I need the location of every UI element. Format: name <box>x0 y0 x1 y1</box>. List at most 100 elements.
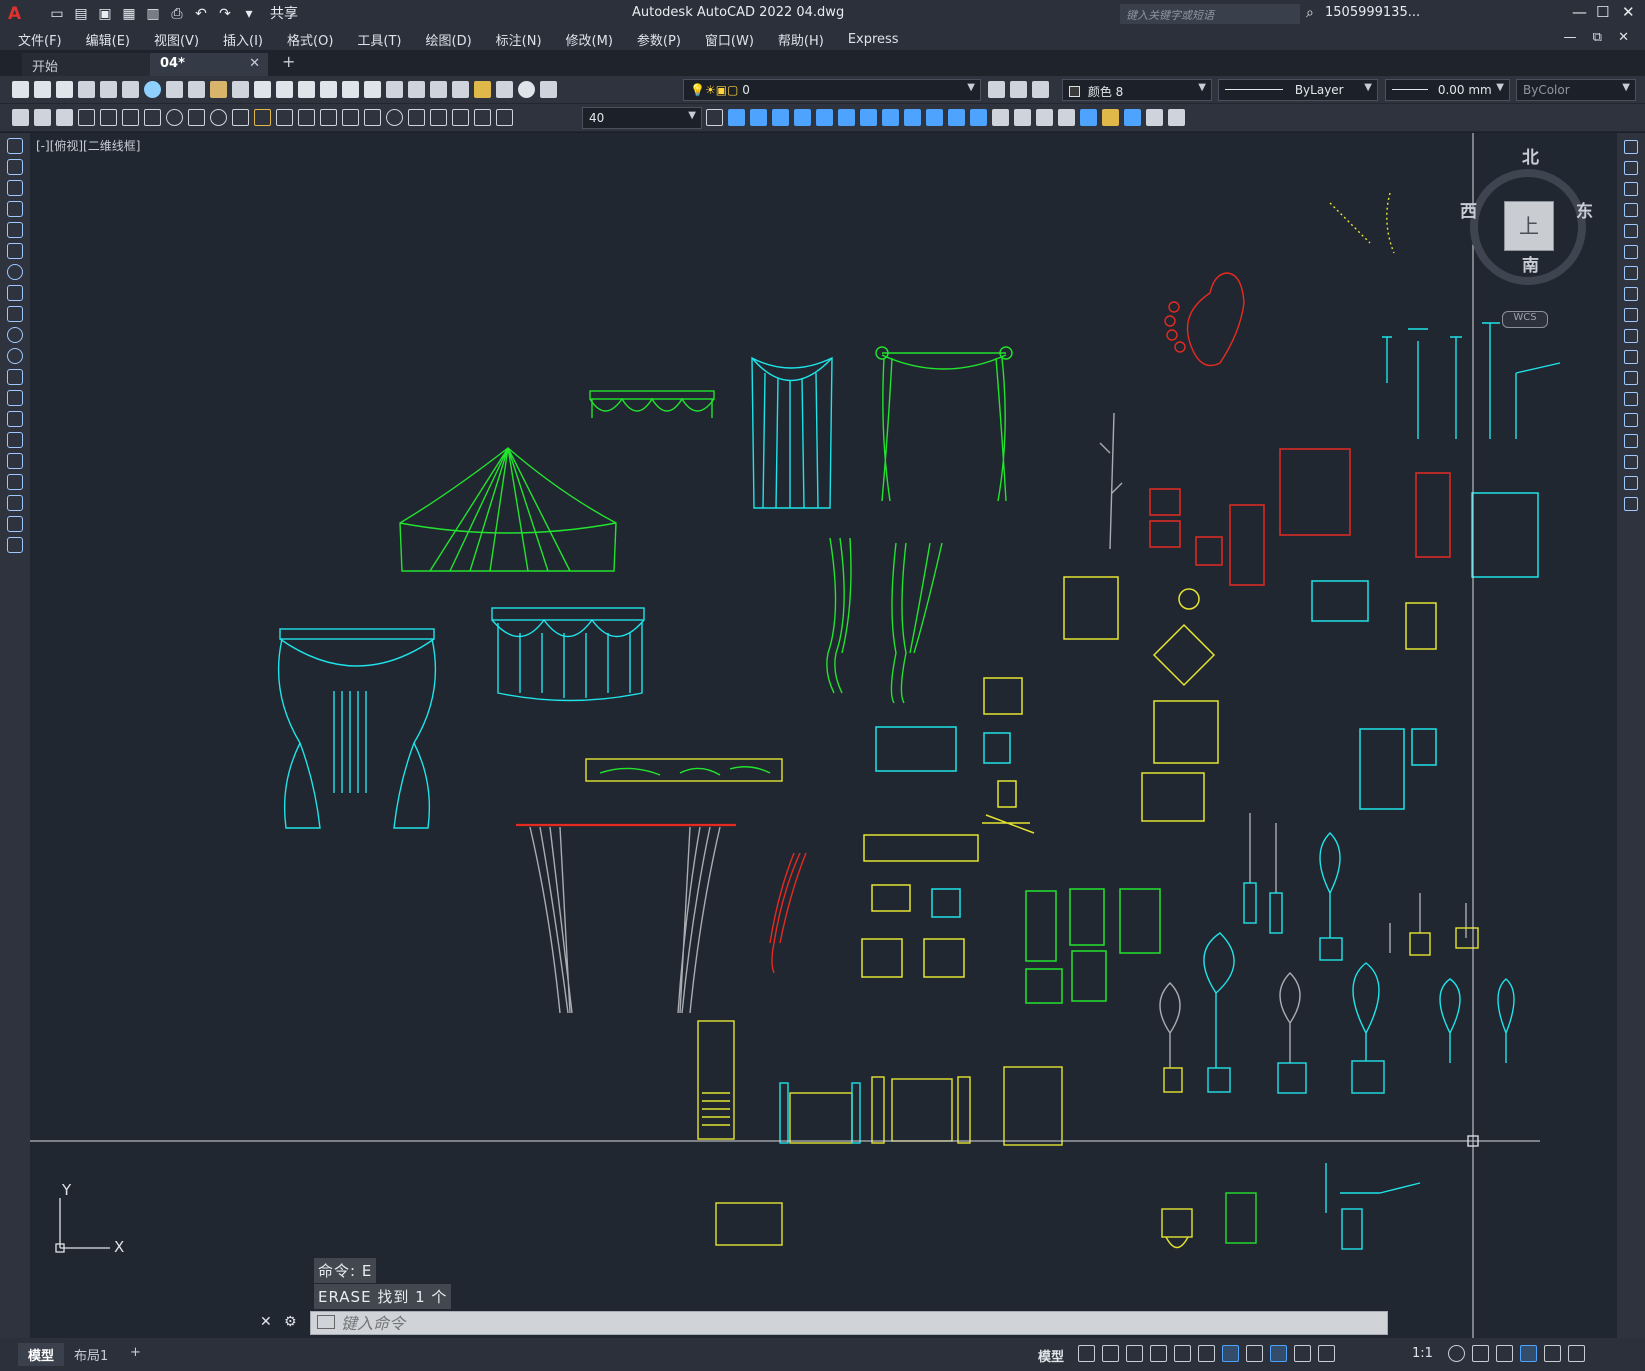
print-icon[interactable] <box>78 81 95 98</box>
region-icon[interactable] <box>7 474 23 490</box>
explode-icon[interactable] <box>1058 109 1075 126</box>
move-tool-icon[interactable] <box>1624 245 1638 259</box>
lineweight-dropdown[interactable]: 0.00 mm ▼ <box>1385 79 1510 101</box>
zoom-realtime-icon[interactable] <box>320 81 337 98</box>
layer-match-icon[interactable] <box>1010 81 1027 98</box>
chamfer-icon[interactable] <box>992 109 1009 126</box>
add-layout-button[interactable]: + <box>120 1343 151 1362</box>
save-file-icon[interactable] <box>56 81 73 98</box>
copy-icon[interactable] <box>188 81 205 98</box>
user-account[interactable]: 1505999135... <box>1325 5 1420 20</box>
explode-tool-icon[interactable] <box>1624 497 1638 511</box>
insert-block-icon[interactable] <box>12 109 29 126</box>
menu-file[interactable]: 文件(F) <box>18 30 62 49</box>
dimension-style-icon[interactable] <box>706 109 723 126</box>
command-close-icon[interactable]: ✕ <box>260 1314 272 1330</box>
grid-icon[interactable] <box>1078 1345 1095 1362</box>
command-recent-icon[interactable] <box>317 1315 335 1329</box>
lineweight-toggle-icon[interactable] <box>1246 1345 1263 1362</box>
construction-line-icon[interactable] <box>7 159 23 175</box>
paste-icon[interactable] <box>210 81 227 98</box>
plot-icon[interactable]: ⎙ <box>168 5 186 23</box>
aligned-dimension-icon[interactable] <box>100 109 117 126</box>
copy-tool-icon[interactable] <box>1624 161 1638 175</box>
table-icon[interactable] <box>7 495 23 511</box>
object-snap-icon[interactable] <box>1222 1345 1239 1362</box>
array-tool-icon[interactable] <box>1624 224 1638 238</box>
tool-palettes-icon[interactable] <box>430 81 447 98</box>
blend-icon[interactable] <box>1036 109 1053 126</box>
make-block-icon[interactable] <box>34 109 51 126</box>
send-back-icon[interactable] <box>1124 109 1141 126</box>
ellipse-icon[interactable] <box>7 327 23 343</box>
new-file-icon[interactable] <box>12 81 29 98</box>
auto-scale-icon[interactable] <box>1294 1345 1311 1362</box>
share-button[interactable]: 共享 <box>270 5 298 23</box>
text-height-dropdown[interactable]: 40 ▼ <box>582 107 702 129</box>
diameter-dimension-icon[interactable] <box>210 109 227 126</box>
dimension-space-icon[interactable] <box>320 109 337 126</box>
layer-properties-icon[interactable] <box>540 81 557 98</box>
rectangle-icon[interactable] <box>7 222 23 238</box>
cut-icon[interactable] <box>166 81 183 98</box>
drawing-viewport[interactable]: [-][俯视][二维线框] 上 北 南 西 东 WCS Y X <box>30 133 1617 1338</box>
draw-order-icon[interactable] <box>1080 109 1097 126</box>
tolerance-icon[interactable] <box>364 109 381 126</box>
zoom-previous-icon[interactable] <box>364 81 381 98</box>
offset-tool-icon[interactable] <box>1624 203 1638 217</box>
command-input[interactable] <box>341 1313 1421 1333</box>
spline-icon[interactable] <box>7 306 23 322</box>
markup-icon[interactable] <box>474 81 491 98</box>
menu-window[interactable]: 窗口(W) <box>705 30 754 49</box>
make-current-layer-icon[interactable] <box>988 81 1005 98</box>
fillet-tool-icon[interactable] <box>1624 455 1638 469</box>
dimension-text-edit-icon[interactable] <box>474 109 491 126</box>
help-icon[interactable] <box>518 81 535 98</box>
compass-south[interactable]: 南 <box>1522 251 1539 276</box>
open-icon[interactable]: ▤ <box>72 5 90 23</box>
snap-icon[interactable] <box>1102 1345 1119 1362</box>
rotate-tool-icon[interactable] <box>1624 266 1638 280</box>
pan-icon[interactable] <box>298 81 315 98</box>
help-search-input[interactable]: 键入关键字或短语 <box>1120 4 1300 24</box>
redo-tool-icon[interactable] <box>276 81 293 98</box>
new-tab-button[interactable]: + <box>282 52 295 71</box>
isodraft-icon[interactable] <box>1174 1345 1191 1362</box>
hardware-acceleration-icon[interactable] <box>1520 1345 1537 1362</box>
radius-dimension-icon[interactable] <box>166 109 183 126</box>
multiline-text-icon[interactable] <box>7 516 23 532</box>
stretch-tool-icon[interactable] <box>1624 308 1638 322</box>
viewcube-top-face[interactable]: 上 <box>1504 201 1554 251</box>
isolate-objects-icon[interactable] <box>1496 1345 1513 1362</box>
scale-tool-icon[interactable] <box>1624 287 1638 301</box>
customize-icon[interactable]: ▾ <box>240 5 258 23</box>
ortho-icon[interactable] <box>1126 1345 1143 1362</box>
array-icon[interactable] <box>794 109 811 126</box>
break-point-icon[interactable] <box>1624 371 1638 385</box>
undo-tool-icon[interactable] <box>254 81 271 98</box>
annotation-visibility-icon[interactable] <box>1270 1345 1287 1362</box>
undo-icon[interactable]: ↶ <box>192 5 210 23</box>
wcs-menu[interactable]: WCS <box>1502 311 1548 328</box>
menu-modify[interactable]: 修改(M) <box>566 30 613 49</box>
zoom-window-icon[interactable] <box>342 81 359 98</box>
offset-icon[interactable] <box>772 109 789 126</box>
ungroup-icon[interactable] <box>1168 109 1185 126</box>
new-icon[interactable]: ▭ <box>48 5 66 23</box>
maximize-icon[interactable]: ☐ <box>1596 3 1609 21</box>
mirror-tool-icon[interactable] <box>1624 182 1638 196</box>
chamfer-tool-icon[interactable] <box>1624 434 1638 448</box>
fillet-icon[interactable] <box>1014 109 1031 126</box>
open-file-icon[interactable] <box>34 81 51 98</box>
circle-icon[interactable] <box>7 264 23 280</box>
dimension-update-icon[interactable] <box>496 109 513 126</box>
break-tool-icon[interactable] <box>1624 392 1638 406</box>
plot-preview-icon[interactable] <box>100 81 117 98</box>
revision-cloud-icon[interactable] <box>7 285 23 301</box>
polygon-icon[interactable] <box>7 201 23 217</box>
menu-express[interactable]: Express <box>848 32 899 47</box>
dimension-break-icon[interactable] <box>342 109 359 126</box>
attribute-icon[interactable] <box>56 109 73 126</box>
polyline-icon[interactable] <box>7 180 23 196</box>
angular-dimension-icon[interactable] <box>232 109 249 126</box>
